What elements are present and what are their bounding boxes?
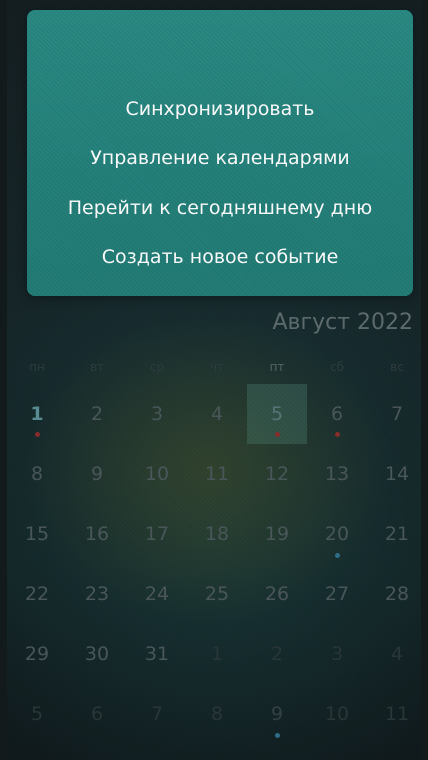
- day-cell[interactable]: 3: [128, 389, 186, 439]
- day-cell[interactable]: 18: [188, 509, 246, 559]
- day-cell-next-month[interactable]: 8: [188, 689, 246, 739]
- menu-item-go-to-today[interactable]: Перейти к сегодняшнему дню: [27, 196, 413, 220]
- day-cell[interactable]: 13: [308, 449, 366, 499]
- event-dot: [275, 733, 280, 738]
- day-cell-next-month[interactable]: 2: [248, 629, 306, 679]
- day-cell[interactable]: 23: [68, 569, 126, 619]
- day-cell[interactable]: 4: [188, 389, 246, 439]
- menu-item-sync[interactable]: Синхронизировать: [27, 97, 413, 121]
- menu-item-manage-calendars[interactable]: Управление календарями: [27, 146, 413, 170]
- weekday-thu: чт: [209, 360, 225, 374]
- day-cell-next-month[interactable]: 5: [8, 689, 66, 739]
- weekday-fri: пт: [269, 360, 285, 374]
- day-cell-next-month[interactable]: 3: [308, 629, 366, 679]
- weekday-tue: вт: [89, 360, 105, 374]
- day-cell[interactable]: 26: [248, 569, 306, 619]
- day-cell[interactable]: 21: [368, 509, 421, 559]
- weekday-mon: пн: [29, 360, 45, 374]
- day-cell-next-month[interactable]: 7: [128, 689, 186, 739]
- day-cell[interactable]: 28: [368, 569, 421, 619]
- day-cell[interactable]: 27: [308, 569, 366, 619]
- day-cell-next-month[interactable]: 1: [188, 629, 246, 679]
- day-cell[interactable]: 30: [68, 629, 126, 679]
- day-cell[interactable]: 9: [68, 449, 126, 499]
- day-cell[interactable]: 20: [308, 509, 366, 559]
- event-dot: [335, 432, 340, 437]
- day-cell[interactable]: 19: [248, 509, 306, 559]
- day-cell[interactable]: 31: [128, 629, 186, 679]
- day-cell[interactable]: 17: [128, 509, 186, 559]
- day-cell-next-month[interactable]: 9: [248, 689, 306, 739]
- day-cell[interactable]: 25: [188, 569, 246, 619]
- event-dot: [275, 432, 280, 437]
- day-cell[interactable]: 14: [368, 449, 421, 499]
- overflow-menu: Синхронизировать Управление календарями …: [27, 10, 413, 296]
- day-cell[interactable]: 16: [68, 509, 126, 559]
- day-cell[interactable]: 29: [8, 629, 66, 679]
- day-cell[interactable]: 8: [8, 449, 66, 499]
- day-cell[interactable]: 24: [128, 569, 186, 619]
- day-cell-next-month[interactable]: 6: [68, 689, 126, 739]
- day-cell[interactable]: 11: [188, 449, 246, 499]
- menu-item-create-event[interactable]: Создать новое событие: [27, 245, 413, 269]
- weekday-sun: вс: [390, 360, 404, 374]
- day-cell[interactable]: 15: [8, 509, 66, 559]
- day-cell[interactable]: 10: [128, 449, 186, 499]
- month-title[interactable]: Август 2022: [273, 310, 414, 336]
- day-cell[interactable]: 22: [8, 569, 66, 619]
- day-cell-next-month[interactable]: 11: [368, 689, 421, 739]
- day-cell[interactable]: 7: [368, 389, 421, 439]
- weekday-sat: сб: [330, 360, 344, 374]
- event-dot: [335, 553, 340, 558]
- day-cell[interactable]: 2: [68, 389, 126, 439]
- day-cell-next-month[interactable]: 10: [308, 689, 366, 739]
- day-cell-next-month[interactable]: 4: [368, 629, 421, 679]
- calendar-screen: Синхронизировать Управление календарями …: [7, 0, 421, 760]
- event-dot: [35, 432, 40, 437]
- weekday-wed: ср: [149, 360, 165, 374]
- day-cell[interactable]: 12: [248, 449, 306, 499]
